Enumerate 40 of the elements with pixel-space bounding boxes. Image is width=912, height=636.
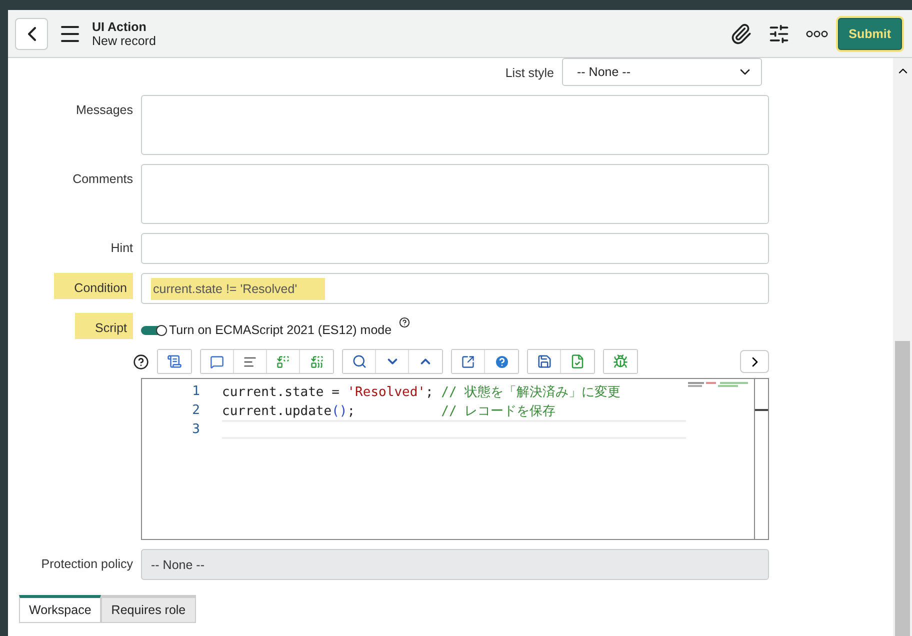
scrollbar[interactable] xyxy=(893,58,912,636)
field-label: Condition xyxy=(54,273,133,299)
line-number: 1 xyxy=(191,384,201,399)
field-label: Hint xyxy=(110,240,133,255)
help-icon[interactable] xyxy=(133,354,149,370)
field-label: Script xyxy=(75,313,133,339)
toggle-switch[interactable] xyxy=(141,326,166,334)
search-icon[interactable] xyxy=(343,350,376,373)
save-icon[interactable] xyxy=(528,350,561,373)
next-button[interactable] xyxy=(740,350,769,373)
input-field[interactable] xyxy=(141,233,769,264)
expand-icon[interactable] xyxy=(452,350,485,373)
line-number: 2 xyxy=(191,403,201,418)
code-editor[interactable]: 1 current.state = 'Resolved'; // 状態を「解決済み」に変更 2 current.update(); // レコードを保存 3 xyxy=(141,378,769,540)
form-title: UI Action xyxy=(92,20,148,34)
back-button[interactable] xyxy=(15,18,48,50)
paperclip-icon[interactable] xyxy=(730,22,752,44)
bug-icon[interactable] xyxy=(604,350,637,373)
comment-icon[interactable] xyxy=(201,350,234,373)
field-label: List style xyxy=(505,65,554,80)
code-line: current.update(); // レコードを保存 xyxy=(222,402,556,420)
field-label: Protection policy xyxy=(41,556,133,571)
line-number: 3 xyxy=(191,422,201,437)
input-field[interactable]: current.state != 'Resolved' xyxy=(141,273,769,304)
field-label: Comments xyxy=(72,171,133,186)
form-subtitle: New record xyxy=(92,34,156,48)
sliders-icon[interactable] xyxy=(768,22,790,44)
select-field[interactable]: -- None -- xyxy=(562,58,762,86)
tab[interactable]: Requires role xyxy=(101,595,196,623)
submit-button[interactable]: Submit xyxy=(838,18,902,50)
more-icon[interactable] xyxy=(806,30,828,38)
chevron-left-icon xyxy=(28,26,36,40)
help-icon[interactable] xyxy=(398,317,410,328)
code-line: current.state = 'Resolved'; // 状態を「解決済み」に変更 xyxy=(222,384,621,400)
toggle-label: Turn on ECMAScript 2021 (ES12) mode xyxy=(169,323,392,337)
tab[interactable]: Workspace xyxy=(19,595,102,623)
read-only-field: -- None -- xyxy=(141,549,769,580)
minimap-drawing xyxy=(688,382,748,388)
script-icon[interactable] xyxy=(158,350,191,373)
field-label: Messages xyxy=(76,102,133,117)
